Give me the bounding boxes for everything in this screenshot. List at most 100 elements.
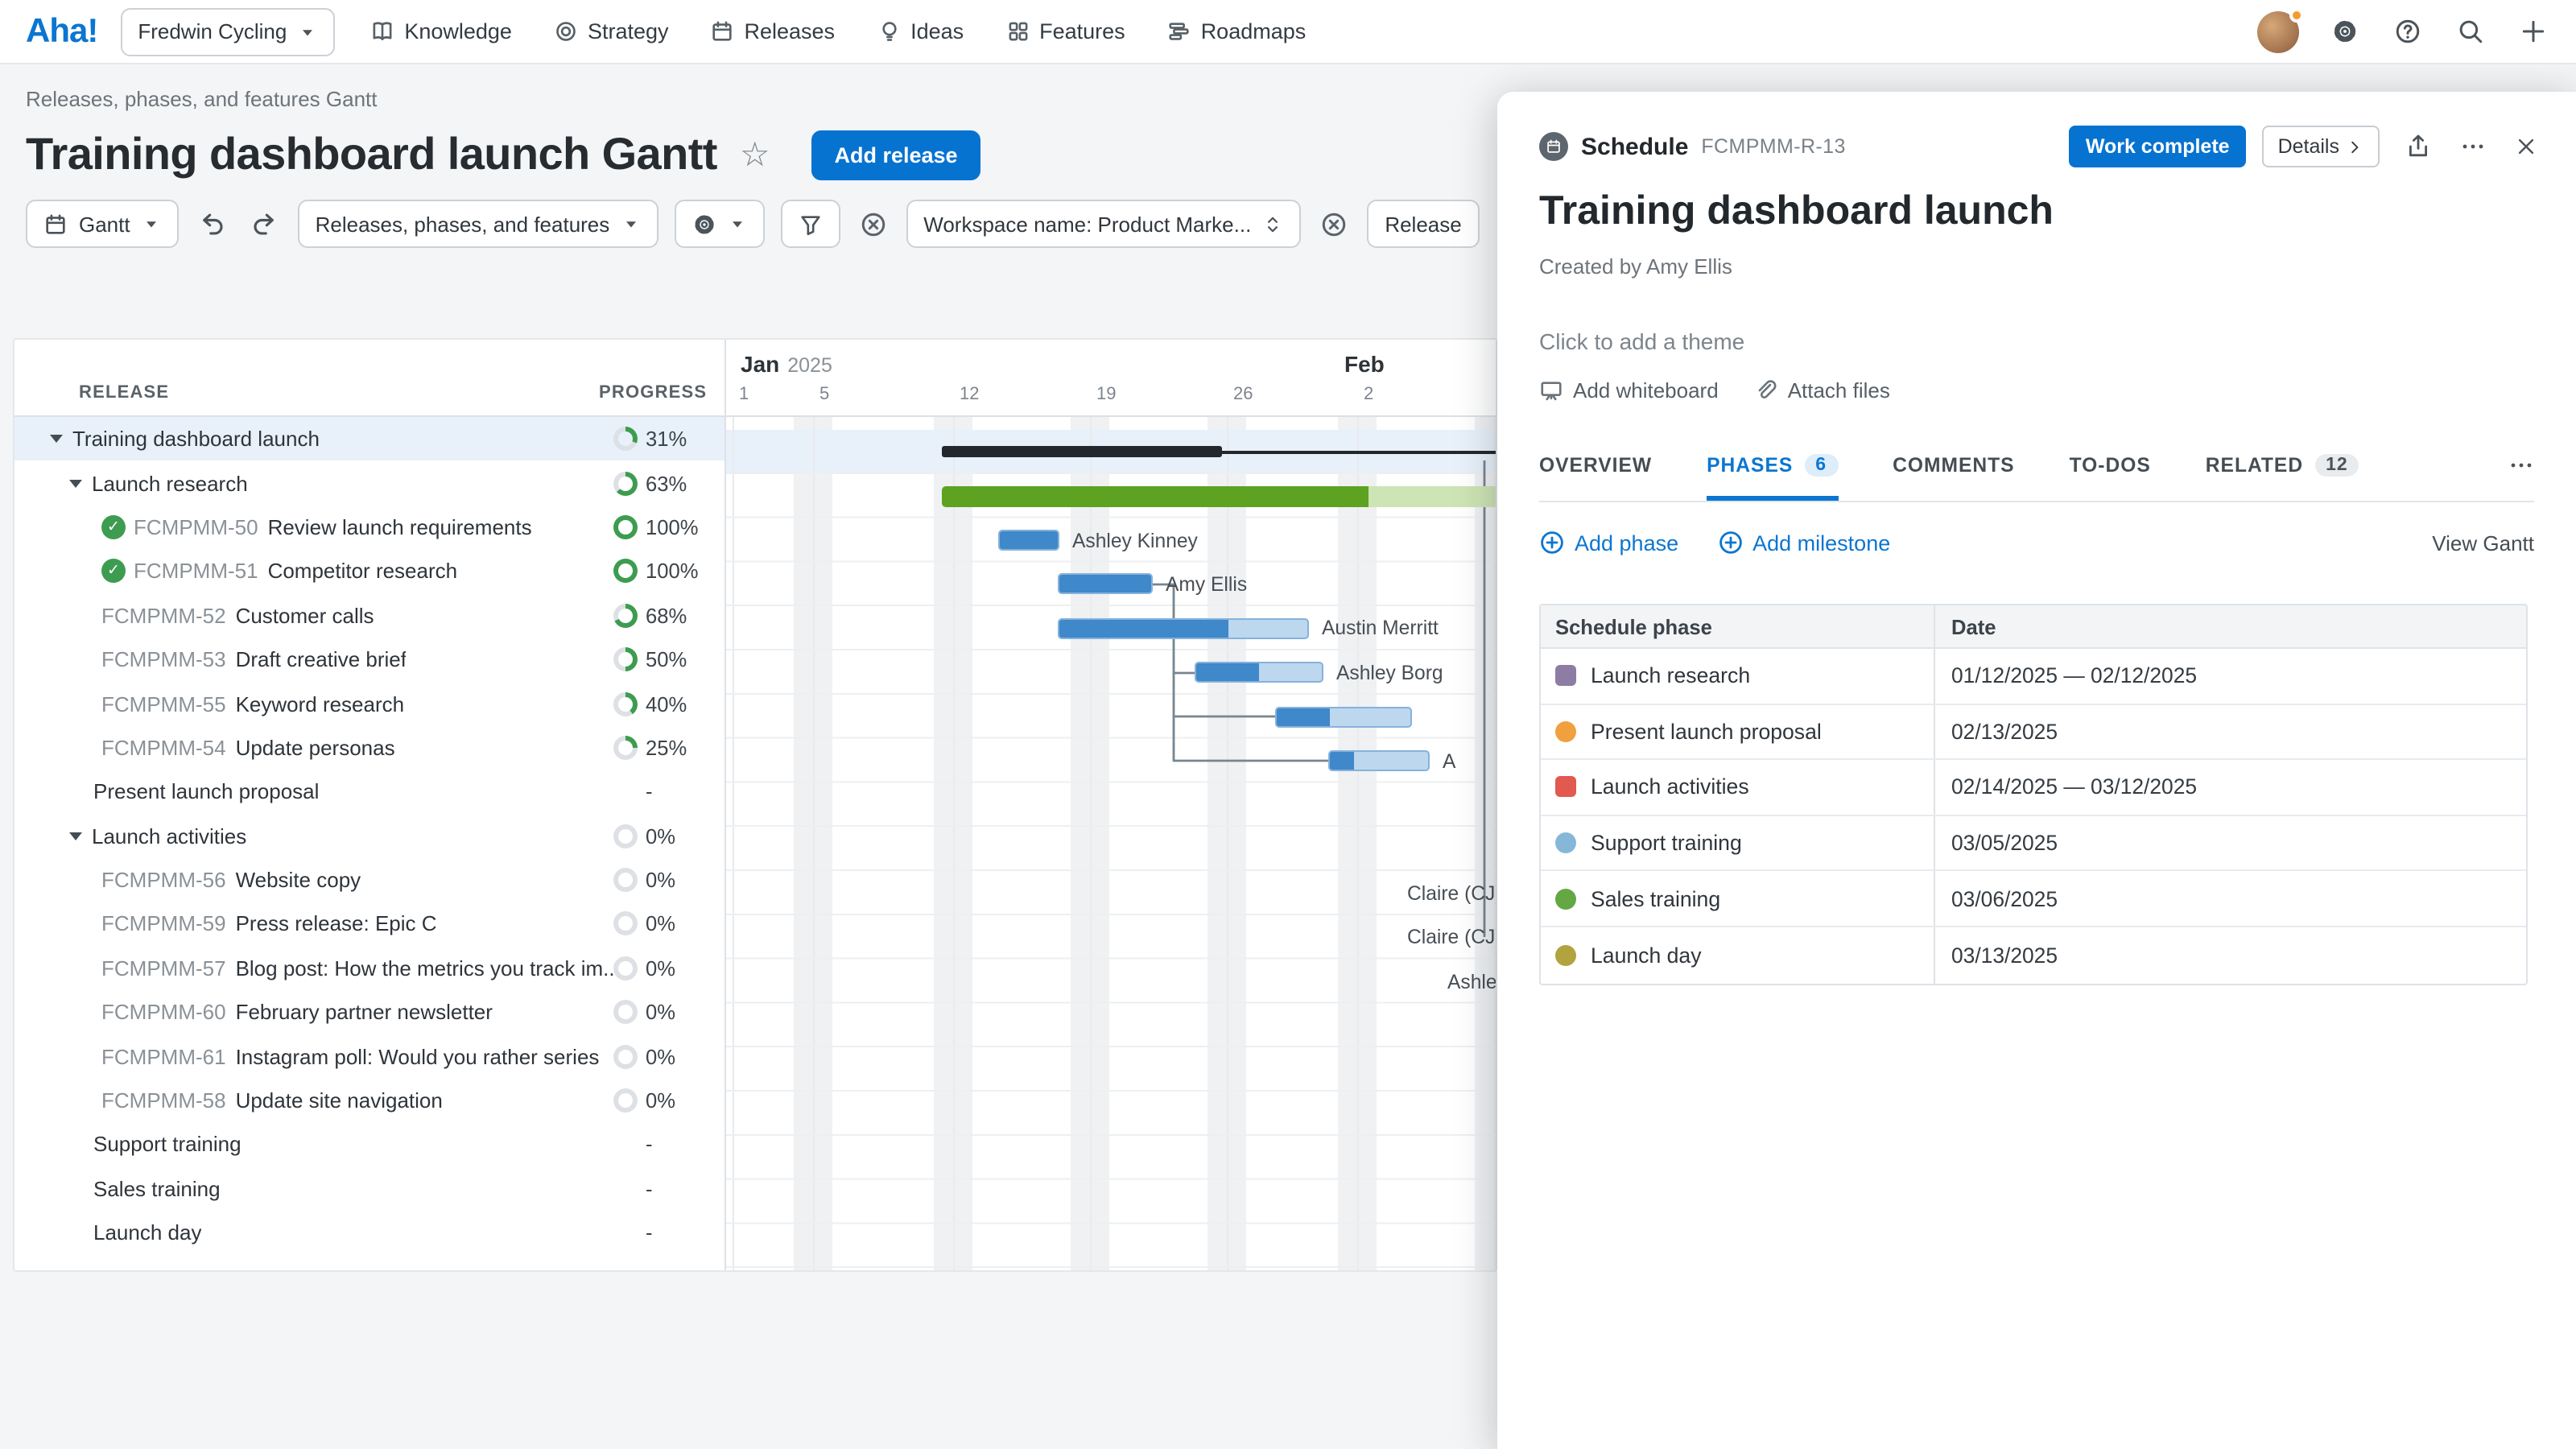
user-avatar[interactable] [2257,10,2299,52]
record-name[interactable]: Launch day [93,1220,201,1245]
phase-name[interactable]: Sales training [1591,886,1720,910]
record-name[interactable]: Support training [93,1133,242,1157]
gantt-row[interactable]: FCMPMM-55Keyword research40% [14,682,724,726]
close-drawer-button[interactable] [2512,132,2541,161]
record-id[interactable]: FCMPMM-61 [101,1044,226,1068]
tab-related[interactable]: RELATED12 [2206,449,2359,501]
gantt-chart[interactable]: Ashley KinneyAmy EllisAustin MerrittAshl… [724,340,1496,1270]
theme-placeholder[interactable]: Click to add a theme [1539,328,1744,354]
phase-name[interactable]: Launch research [1591,664,1750,688]
record-id[interactable]: FCMPMM-52 [101,604,226,628]
gantt-row[interactable]: FCMPMM-61Instagram poll: Would you rathe… [14,1034,724,1079]
record-name[interactable]: Launch research [92,471,248,495]
nav-item-releases[interactable]: Releases [711,19,836,43]
record-id[interactable]: FCMPMM-56 [101,868,226,892]
record-name[interactable]: Keyword research [236,691,405,716]
add-milestone-link[interactable]: Add milestone [1717,530,1890,555]
gantt-row[interactable]: ✓FCMPMM-50Review launch requirements100% [14,506,724,550]
collapse-caret[interactable] [69,479,82,487]
workspace-selector[interactable]: Fredwin Cycling [120,7,335,56]
search-button[interactable] [2454,14,2487,48]
add-release-button[interactable]: Add release [811,130,980,180]
share-button[interactable] [2402,130,2434,163]
record-name[interactable]: Blog post: How the metrics you track im.… [236,956,618,980]
gantt-row[interactable]: Launch day- [14,1211,724,1255]
clear-filter-button[interactable] [856,207,890,241]
phase-date[interactable]: 03/06/2025 [1951,886,2058,910]
phase-name[interactable]: Present launch proposal [1591,720,1822,744]
tab-to-dos[interactable]: TO-DOS [2070,449,2151,501]
record-name[interactable]: Competitor research [268,559,458,584]
collapse-caret[interactable] [50,435,63,443]
work-complete-button[interactable]: Work complete [2070,126,2246,167]
feature-bar[interactable] [1195,662,1323,683]
nav-item-strategy[interactable]: Strategy [554,19,669,43]
release-bar[interactable] [942,446,1222,457]
gantt-row[interactable]: ✓FCMPMM-51Competitor research100% [14,549,724,593]
help-button[interactable] [2391,14,2425,48]
gantt-row[interactable]: FCMPMM-52Customer calls68% [14,593,724,638]
record-id[interactable]: FCMPMM-54 [101,736,226,760]
details-button[interactable]: Details [2262,126,2380,167]
gantt-row[interactable]: Sales training- [14,1166,724,1211]
gantt-row[interactable]: FCMPMM-53Draft creative brief50% [14,638,724,682]
gantt-row[interactable]: FCMPMM-56Website copy0% [14,858,724,902]
record-id[interactable]: FCMPMM-57 [101,956,226,980]
gantt-row[interactable]: FCMPMM-59Press release: Epic C0% [14,902,724,947]
tab-phases[interactable]: PHASES6 [1707,449,1838,501]
record-name[interactable]: Draft creative brief [236,647,407,671]
feature-bar[interactable] [1058,574,1153,595]
clear-workspace-filter-button[interactable] [1317,207,1351,241]
phase-name[interactable]: Support training [1591,831,1742,855]
record-name[interactable]: Customer calls [236,604,374,628]
phase-table-row[interactable]: Launch activities02/14/2025 — 03/12/2025 [1541,760,2526,815]
phase-table-row[interactable]: Launch day 03/13/2025 [1541,927,2526,983]
record-name[interactable]: Update personas [236,736,395,760]
phase-date[interactable]: 01/12/2025 — 02/12/2025 [1951,664,2197,688]
record-name[interactable]: Present launch proposal [93,780,319,804]
record-title[interactable]: Training dashboard launch [1539,188,2054,235]
more-actions-button[interactable] [2457,130,2489,163]
record-id[interactable]: FCMPMM-53 [101,647,226,671]
record-name[interactable]: Press release: Epic C [236,912,437,936]
gantt-row[interactable]: FCMPMM-60February partner newsletter0% [14,990,724,1034]
record-type-selector[interactable]: Releases, phases, and features [298,200,658,248]
tab-comments[interactable]: COMMENTS [1893,449,2014,501]
record-id[interactable]: FCMPMM-60 [101,1001,226,1025]
release-filter[interactable]: Release [1367,200,1479,248]
nav-item-roadmaps[interactable]: Roadmaps [1167,19,1307,43]
record-id[interactable]: FCMPMM-51 [134,559,258,584]
phase-name[interactable]: Launch day [1591,943,1702,968]
record-name[interactable]: Launch activities [92,824,246,848]
tabs-more-button[interactable] [2508,452,2534,486]
feature-bar[interactable] [1328,750,1430,771]
add-phase-link[interactable]: Add phase [1539,530,1678,555]
phase-name[interactable]: Launch activities [1591,775,1749,799]
view-gantt-link[interactable]: View Gantt [2432,530,2534,555]
aha-logo[interactable]: Aha! [26,12,97,51]
record-name[interactable]: Update site navigation [236,1088,443,1113]
redo-button[interactable] [246,206,282,242]
phase-table-row[interactable]: Sales training 03/06/2025 [1541,872,2526,927]
phase-date[interactable]: 03/13/2025 [1951,943,2058,968]
phase-table-row[interactable]: Present launch proposal02/13/2025 [1541,704,2526,760]
collapse-caret[interactable] [69,832,82,840]
gantt-row[interactable]: FCMPMM-54Update personas25% [14,725,724,770]
record-name[interactable]: Sales training [93,1177,221,1201]
gantt-row[interactable]: Training dashboard launch31% [14,417,724,461]
workspace-filter[interactable]: Workspace name: Product Marke... [906,200,1301,248]
tab-overview[interactable]: OVERVIEW [1539,449,1652,501]
record-id[interactable]: FCMPMM-50 [134,515,258,539]
add-whiteboard-link[interactable]: Add whiteboard [1539,378,1719,402]
feature-bar[interactable] [998,530,1059,551]
record-id[interactable]: FCMPMM-R-13 [1701,135,1845,158]
chart-settings-button[interactable] [674,200,764,248]
phase-table-row[interactable]: Support training 03/05/2025 [1541,816,2526,872]
record-name[interactable]: Website copy [236,868,361,892]
gantt-row[interactable]: Present launch proposal- [14,770,724,814]
gantt-row[interactable]: FCMPMM-58Update site navigation0% [14,1079,724,1123]
gantt-row[interactable]: FCMPMM-57 Blog post: How the metrics you … [14,946,724,990]
phase-date[interactable]: 03/05/2025 [1951,831,2058,855]
favorite-star-icon[interactable]: ☆ [740,138,770,171]
record-id[interactable]: FCMPMM-55 [101,691,226,716]
